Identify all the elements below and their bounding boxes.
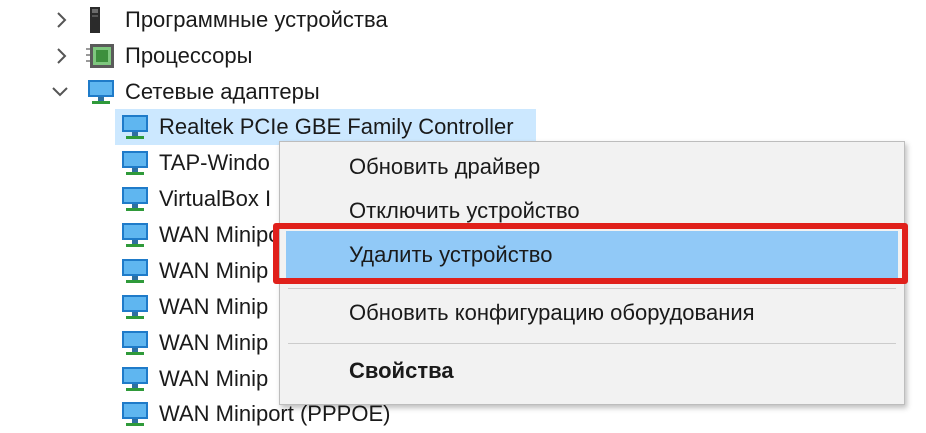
tree-item-network-adapters[interactable]: Сетевые адаптеры — [86, 74, 320, 110]
chevron-down-icon[interactable] — [50, 82, 70, 102]
adapter-item[interactable]: WAN Minip — [120, 253, 268, 289]
menu-item-scan-hardware-changes[interactable]: Обновить конфигурацию оборудования — [280, 293, 904, 333]
tree-item-processors[interactable]: Процессоры — [86, 38, 252, 74]
processor-chip-icon — [86, 42, 116, 70]
network-adapter-icon — [120, 293, 150, 321]
tree-item-label: Сетевые адаптеры — [125, 79, 320, 104]
tree-item-label: Программные устройства — [125, 7, 388, 32]
menu-item-label: Обновить драйвер — [349, 154, 541, 179]
tree-item-software-devices[interactable]: Программные устройства — [86, 2, 388, 38]
network-adapter-icon — [86, 78, 116, 106]
tree-item-label: Процессоры — [125, 43, 253, 68]
adapter-label: Realtek PCIe GBE Family Controller — [159, 114, 514, 139]
annotation-highlight-box — [273, 223, 908, 284]
adapter-item[interactable]: WAN Minipo — [120, 217, 280, 253]
network-adapter-icon — [120, 400, 150, 428]
adapter-label: TAP-Windo — [159, 150, 270, 175]
network-adapter-icon — [120, 149, 150, 177]
chevron-right-icon[interactable] — [52, 10, 72, 30]
menu-item-label: Обновить конфигурацию оборудования — [349, 300, 755, 325]
adapter-item[interactable]: VirtualBox I — [120, 181, 271, 217]
menu-item-properties[interactable]: Свойства — [280, 351, 904, 391]
network-adapter-icon — [120, 329, 150, 357]
adapter-label: WAN Minip — [159, 330, 269, 355]
adapter-item[interactable]: Realtek PCIe GBE Family Controller — [120, 109, 514, 145]
network-adapter-icon — [120, 185, 150, 213]
adapter-label: WAN Miniport (PPPOE) — [159, 401, 391, 426]
menu-item-label: Отключить устройство — [349, 198, 580, 223]
adapter-item[interactable]: WAN Minip — [120, 361, 268, 397]
menu-item-label: Свойства — [349, 358, 454, 383]
software-device-icon — [86, 6, 116, 34]
adapter-label: WAN Minip — [159, 366, 269, 391]
menu-item-update-driver[interactable]: Обновить драйвер — [280, 147, 904, 187]
adapter-item[interactable]: TAP-Windo — [120, 145, 270, 181]
network-adapter-icon — [120, 257, 150, 285]
network-adapter-icon — [120, 113, 150, 141]
adapter-item[interactable]: WAN Minip — [120, 325, 268, 361]
adapter-label: WAN Minipo — [159, 222, 281, 247]
adapter-label: WAN Minip — [159, 258, 269, 283]
menu-separator — [288, 343, 896, 344]
network-adapter-icon — [120, 221, 150, 249]
network-adapter-icon — [120, 365, 150, 393]
adapter-label: VirtualBox I — [159, 186, 272, 211]
chevron-right-icon[interactable] — [52, 46, 72, 66]
adapter-label: WAN Minip — [159, 294, 269, 319]
menu-separator — [288, 288, 896, 289]
adapter-item[interactable]: WAN Minip — [120, 289, 268, 325]
